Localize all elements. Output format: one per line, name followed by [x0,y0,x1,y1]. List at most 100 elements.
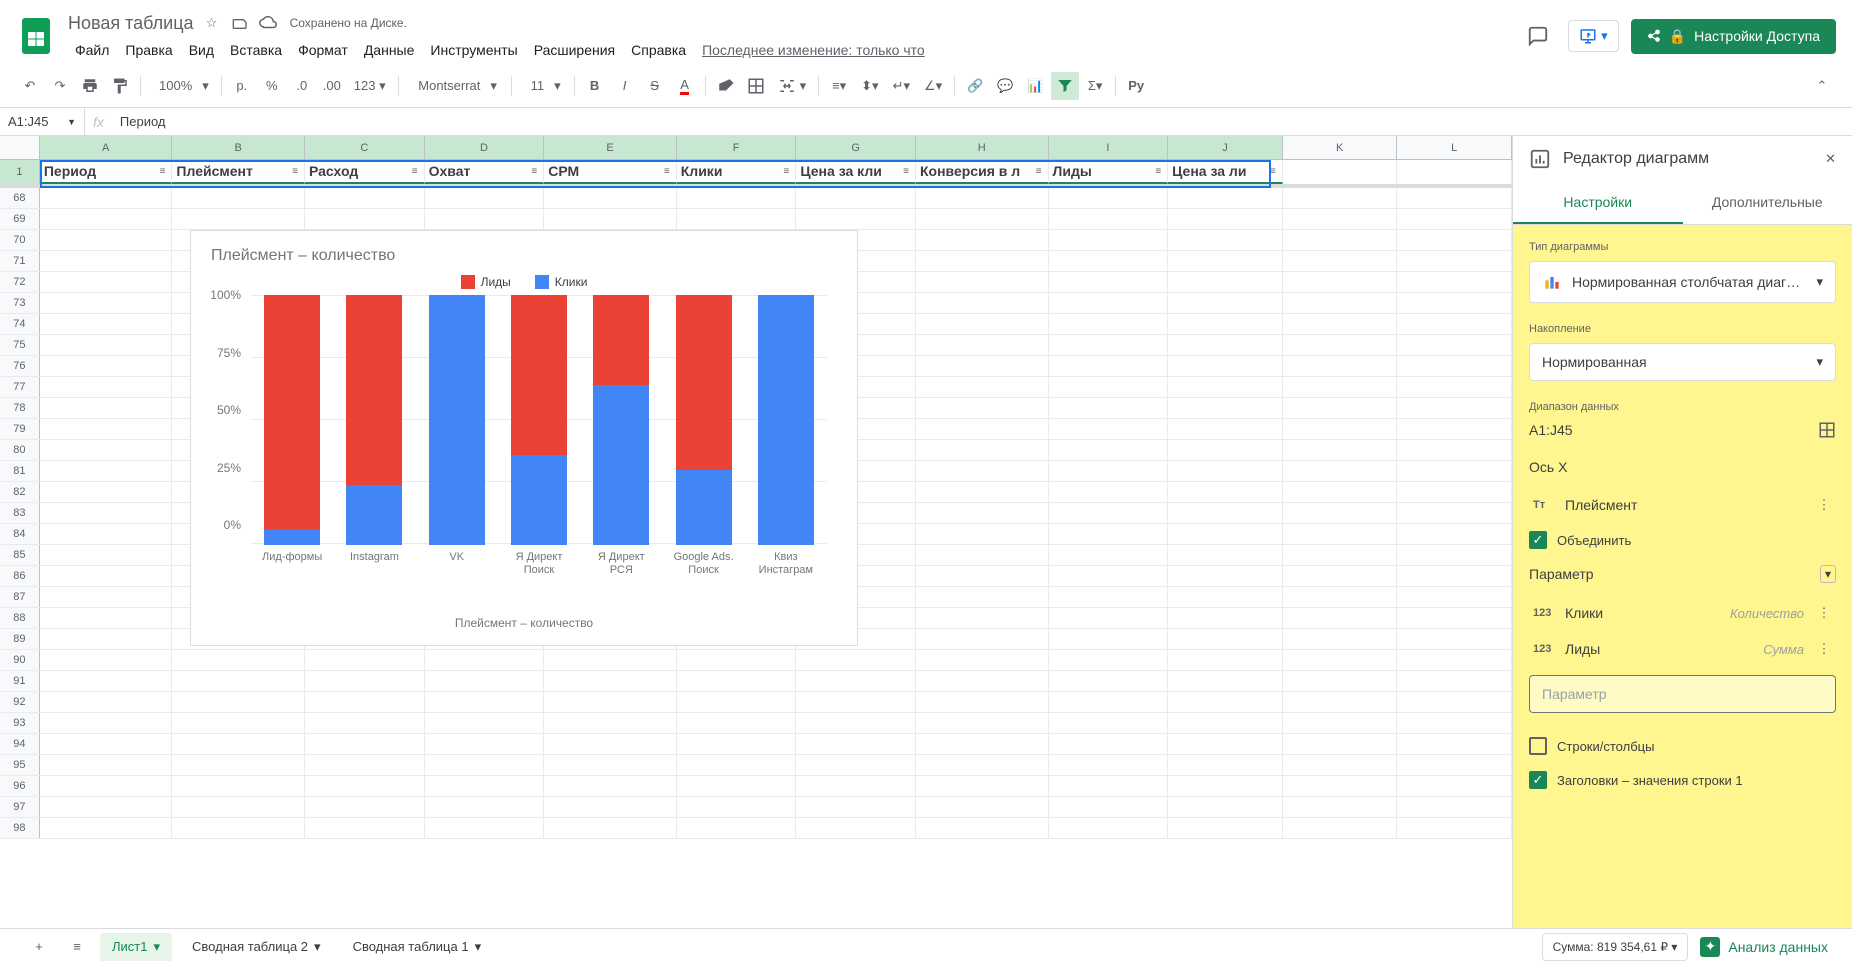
cell[interactable] [677,671,797,691]
column-header[interactable]: D [425,136,545,159]
cell[interactable] [40,692,173,712]
cell[interactable] [916,734,1049,754]
cell[interactable] [1283,545,1398,565]
stacking-select[interactable]: Нормированная▾ [1529,343,1836,381]
cell[interactable] [425,209,545,229]
last-edit-link[interactable]: Последнее изменение: только что [695,38,932,62]
column-header[interactable]: C [305,136,425,159]
add-series-icon[interactable]: ▾ [1820,565,1836,583]
cell[interactable] [1397,797,1512,817]
all-sheets-icon[interactable]: ≡ [62,932,92,962]
cell[interactable] [1049,755,1169,775]
cell[interactable] [305,671,425,691]
cell[interactable] [172,734,305,754]
cell[interactable] [1283,293,1398,313]
cell[interactable] [1283,314,1398,334]
cell[interactable] [40,545,173,565]
cell[interactable] [1049,692,1169,712]
row-header[interactable]: 90 [0,650,40,670]
cell[interactable] [916,251,1049,271]
cell[interactable] [796,692,916,712]
column-header[interactable]: J [1168,136,1283,159]
cell[interactable] [1283,587,1398,607]
functions-icon[interactable]: Σ▾ [1081,72,1109,100]
row-header[interactable]: 73 [0,293,40,313]
bar-group[interactable]: Квиз Инстаграм [758,295,814,545]
menu-data[interactable]: Данные [357,38,422,62]
header-cell[interactable]: Охват≡ [425,160,545,184]
cell[interactable] [796,650,916,670]
header-cell[interactable]: СРМ≡ [544,160,677,184]
filter-dropdown-icon[interactable]: ≡ [1153,164,1163,179]
cell[interactable] [1283,377,1398,397]
cell[interactable] [1168,755,1283,775]
filter-dropdown-icon[interactable]: ≡ [158,164,168,179]
cell[interactable] [916,314,1049,334]
present-button[interactable]: ▾ [1568,20,1619,52]
cell[interactable] [1168,335,1283,355]
cell[interactable] [677,755,797,775]
cell[interactable] [796,188,916,208]
use-headers-checkbox[interactable]: ✓ Заголовки – значения строки 1 [1529,763,1836,797]
cell[interactable] [1283,209,1398,229]
cell[interactable] [1397,524,1512,544]
cell[interactable] [305,650,425,670]
cell[interactable] [677,818,797,838]
cell[interactable] [1283,503,1398,523]
font-dropdown[interactable]: Montserrat▾ [405,72,505,100]
star-icon[interactable]: ☆ [202,13,222,33]
cell[interactable] [544,755,677,775]
cell[interactable] [40,356,173,376]
cell[interactable] [305,209,425,229]
cell[interactable] [544,797,677,817]
row-header[interactable]: 89 [0,629,40,649]
row-header[interactable]: 85 [0,545,40,565]
cell[interactable] [1397,419,1512,439]
halign-icon[interactable]: ≡▾ [825,72,853,100]
font-size-dropdown[interactable]: 11▾ [518,72,568,100]
cell[interactable] [1049,440,1169,460]
cell[interactable] [1397,461,1512,481]
cell[interactable] [1168,524,1283,544]
cell[interactable] [796,818,916,838]
cell[interactable] [916,608,1049,628]
strikethrough-icon[interactable]: S [641,72,669,100]
cell[interactable] [1049,629,1169,649]
cell[interactable] [796,209,916,229]
row-header[interactable]: 88 [0,608,40,628]
row-header[interactable]: 95 [0,755,40,775]
cell[interactable] [1168,545,1283,565]
cell[interactable] [1049,608,1169,628]
row-header[interactable]: 71 [0,251,40,271]
cell[interactable] [1049,587,1169,607]
cell[interactable] [40,419,173,439]
menu-view[interactable]: Вид [182,38,221,62]
cell[interactable] [40,503,173,523]
wrap-icon[interactable]: ↵▾ [887,72,916,100]
cell[interactable] [1168,776,1283,796]
cell[interactable] [172,713,305,733]
cell[interactable] [916,461,1049,481]
cell[interactable] [1168,650,1283,670]
cell[interactable] [1283,776,1398,796]
cell[interactable] [1168,671,1283,691]
cell[interactable] [1049,461,1169,481]
cell[interactable] [544,671,677,691]
switch-rows-cols-checkbox[interactable]: Строки/столбцы [1529,729,1836,763]
row-header[interactable]: 92 [0,692,40,712]
cell[interactable] [40,566,173,586]
cell[interactable] [1397,587,1512,607]
cell[interactable] [916,629,1049,649]
cell[interactable] [425,776,545,796]
header-cell[interactable]: Период≡ [40,160,173,184]
percent-icon[interactable]: % [258,72,286,100]
cell[interactable] [1168,251,1283,271]
cell[interactable] [40,251,173,271]
cell[interactable] [40,461,173,481]
grid-select-icon[interactable] [1818,421,1836,439]
cell[interactable] [425,188,545,208]
cell[interactable] [916,797,1049,817]
cell[interactable] [916,503,1049,523]
cell[interactable] [1397,251,1512,271]
cell[interactable] [1049,230,1169,250]
